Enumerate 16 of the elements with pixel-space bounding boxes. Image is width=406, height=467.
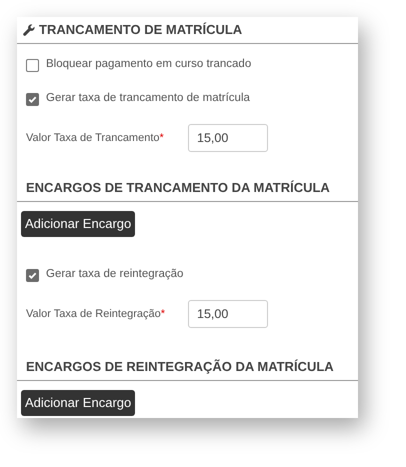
add-charge-button[interactable]: Adicionar Encargo [21,211,136,237]
add-charge-button[interactable]: Adicionar Encargo [21,390,136,416]
section-heading: ENCARGOS DE REINTEGRAÇÃO DA MATRÍCULA [26,359,334,375]
field-label: Valor Taxa de Trancamento* [26,130,165,146]
input-field[interactable]: 15,00 [188,124,268,152]
checkbox-label: Bloquear pagamento em curso trancado [46,57,252,72]
field-label: Valor Taxa de Reintegração* [26,306,166,322]
checkbox[interactable] [26,268,39,282]
checkbox-label: Gerar taxa de trancamento de matrícula [46,91,250,106]
section-heading: ENCARGOS DE TRANCAMENTO DA MATRÍCULA [26,180,330,196]
wrench-icon [23,24,35,36]
checkbox[interactable] [26,92,39,106]
checkbox-label: Gerar taxa de reintegração [46,267,184,282]
input-field[interactable]: 15,00 [188,300,268,328]
checkbox[interactable] [26,58,39,72]
section-heading: TRANCAMENTO DE MATRÍCULA [39,22,242,38]
